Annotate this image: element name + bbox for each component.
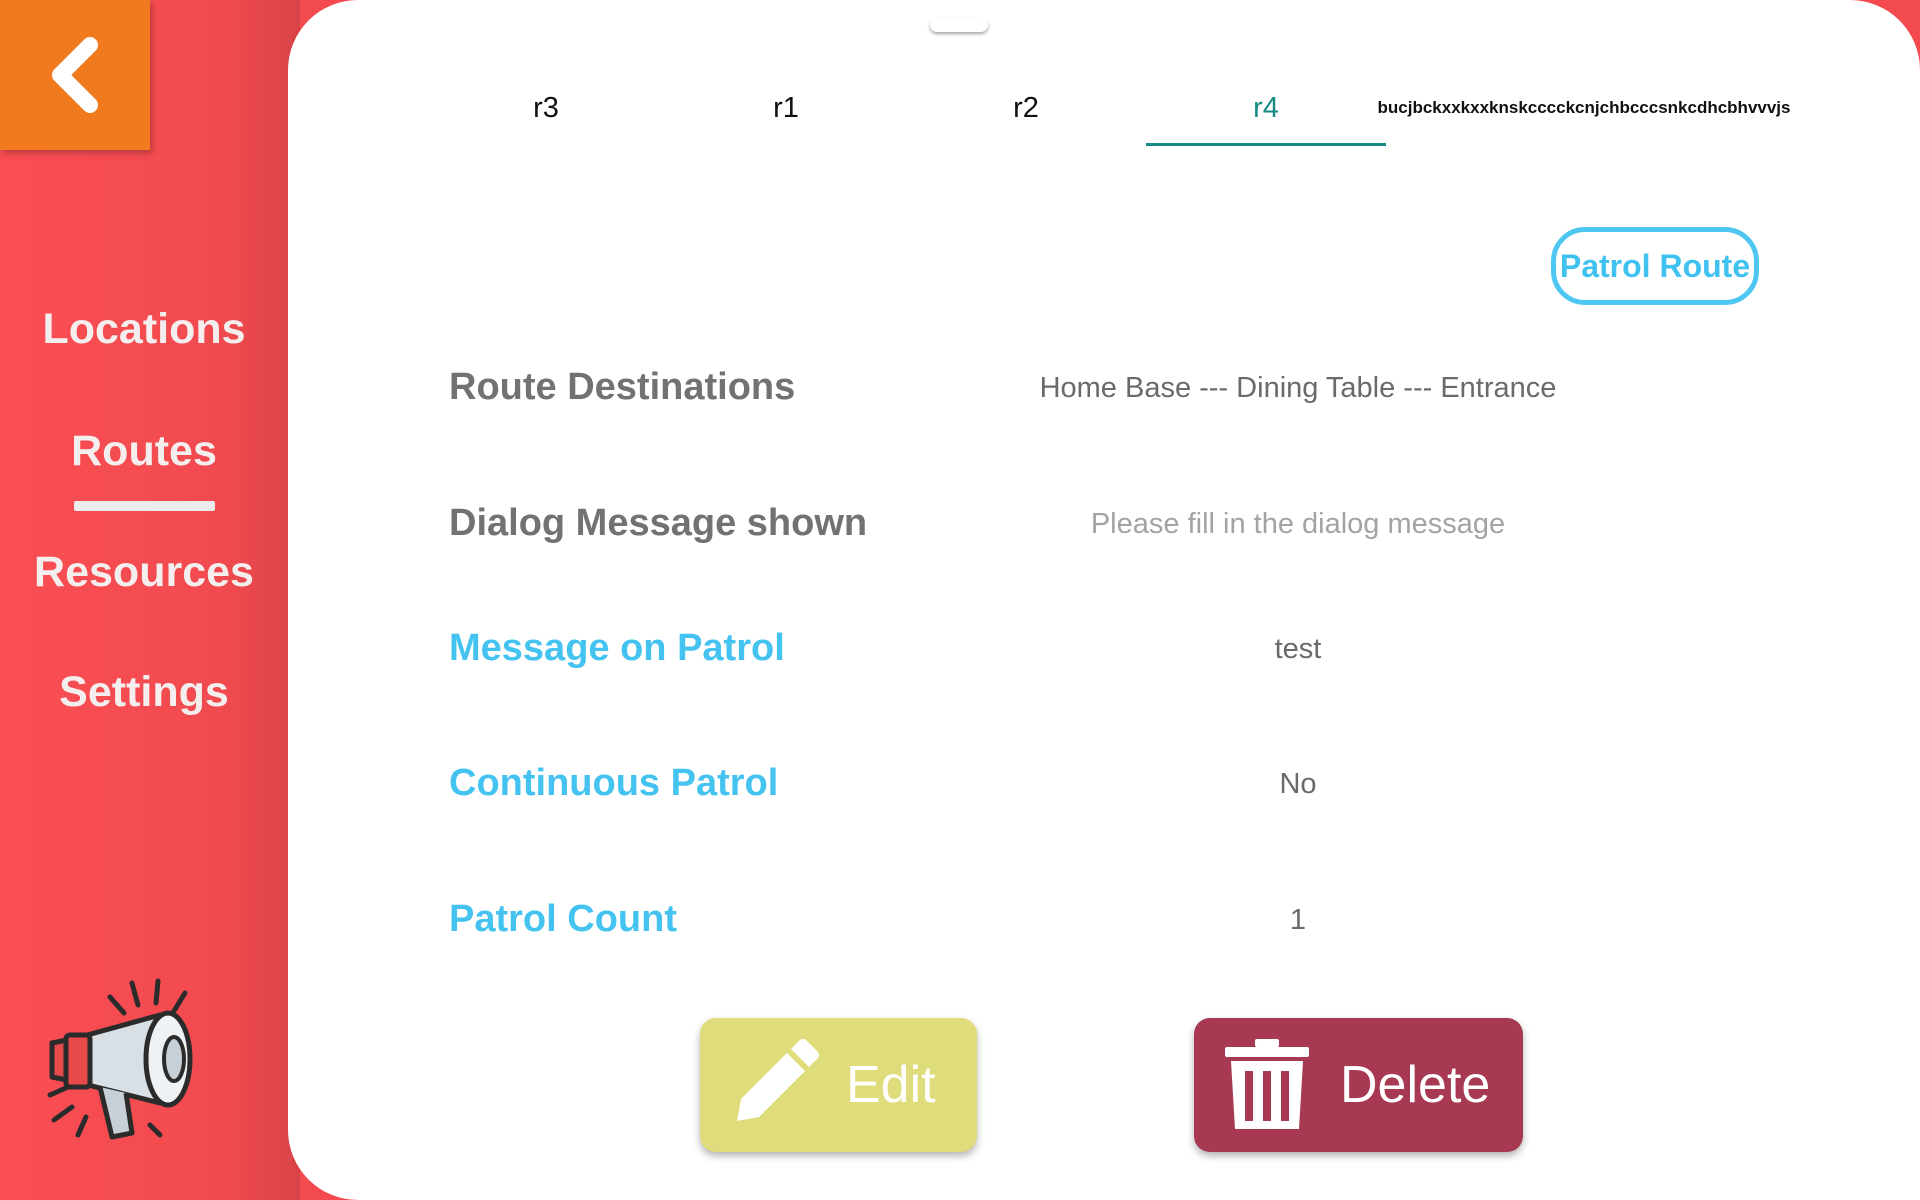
message-on-patrol-value: test [1274, 633, 1322, 665]
delete-button[interactable]: Delete [1194, 1018, 1523, 1152]
sidebar: Locations Routes Resources Settings [0, 0, 300, 1200]
continuous-patrol-value: No [1279, 768, 1317, 800]
pencil-icon [718, 1030, 828, 1140]
delete-label: Delete [1340, 1056, 1491, 1114]
dialog-message-label: Dialog Message shown [449, 502, 868, 544]
patrol-count-label: Patrol Count [449, 898, 677, 940]
route-destinations-label: Route Destinations [449, 366, 796, 408]
content-panel: r3 r1 r2 r4 bucjbckxxkxxknskcccckcnjchbc… [288, 0, 1920, 1200]
continuous-patrol-label: Continuous Patrol [449, 762, 779, 804]
drag-handle[interactable] [930, 18, 988, 32]
message-on-patrol-label: Message on Patrol [449, 627, 785, 669]
patrol-route-button[interactable]: Patrol Route [1551, 227, 1759, 305]
sidebar-item-locations[interactable]: Locations [0, 305, 288, 354]
edit-button[interactable]: Edit [700, 1018, 977, 1152]
tab-r4[interactable]: r4 [1146, 70, 1386, 146]
tab-r2[interactable]: r2 [906, 70, 1146, 146]
tab-r1[interactable]: r1 [666, 70, 906, 146]
route-destinations-value: Home Base --- Dining Table --- Entrance [1039, 372, 1557, 404]
tab-r3[interactable]: r3 [426, 70, 666, 146]
sidebar-item-resources[interactable]: Resources [0, 548, 288, 597]
patrol-count-value: 1 [1289, 904, 1307, 936]
sidebar-item-routes[interactable]: Routes [0, 427, 288, 476]
trash-icon [1212, 1030, 1322, 1140]
back-button[interactable] [0, 0, 150, 150]
tab-long-route[interactable]: bucjbckxxkxxknskcccckcnjchbcccsnkcdhcbhv… [1378, 70, 1791, 146]
megaphone-icon [47, 978, 193, 1140]
sidebar-item-settings[interactable]: Settings [0, 668, 288, 717]
chevron-left-icon [52, 37, 98, 113]
dialog-message-field[interactable]: Please fill in the dialog message [948, 508, 1648, 541]
edit-label: Edit [846, 1056, 936, 1114]
active-nav-indicator [74, 501, 215, 511]
